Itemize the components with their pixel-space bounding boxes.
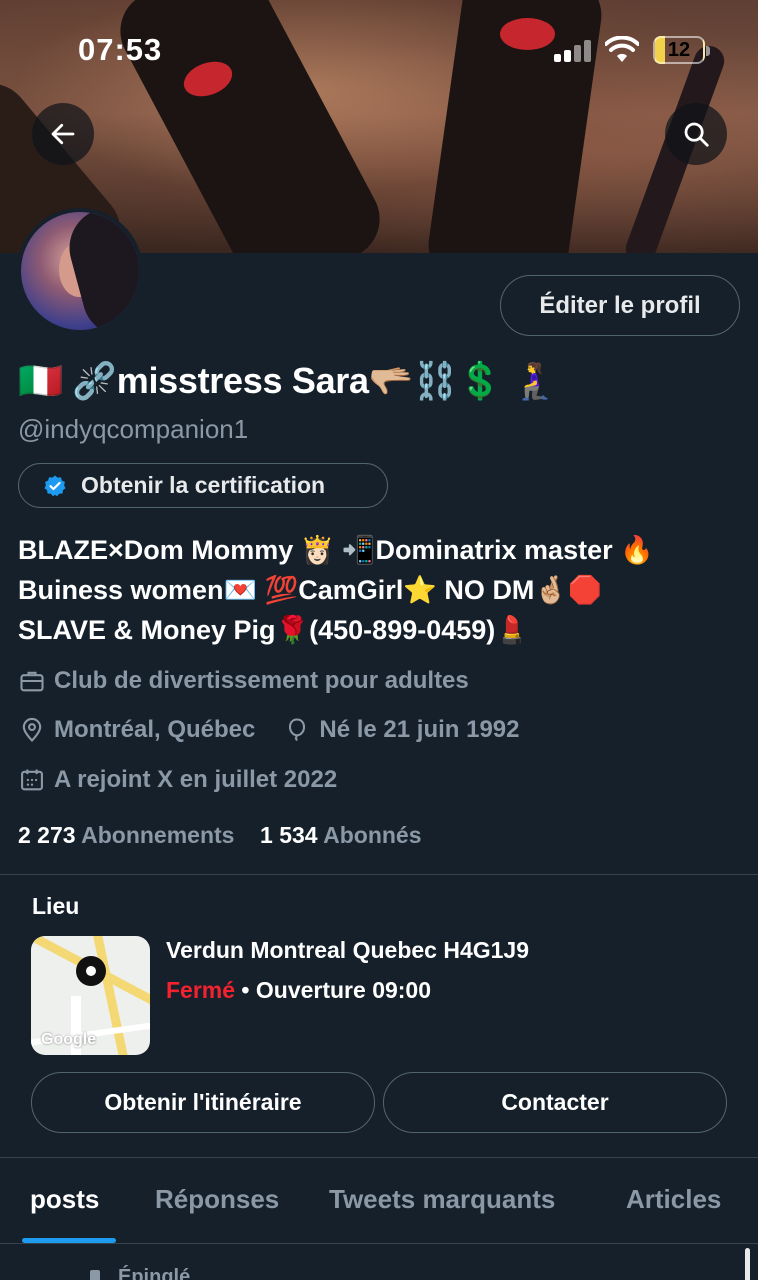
avatar[interactable]	[17, 208, 143, 334]
location-text: Montréal, Québec	[54, 716, 256, 743]
profile-joined: A rejoint X en juillet 2022	[18, 766, 337, 794]
profile-location-birthday: Montréal, Québec Né le 21 juin 1992	[18, 716, 519, 744]
bio-line: BLAZE×Dom Mommy 👸🏻 📲Dominatrix master 🔥	[18, 535, 654, 565]
profile-category: Club de divertissement pour adultes	[18, 667, 469, 695]
following-link[interactable]: 2 273 Abonnements	[18, 822, 234, 848]
map-thumbnail[interactable]: Google	[31, 936, 150, 1055]
bio-line: SLAVE & Money Pig🌹(450-899-0459)💄	[18, 615, 529, 645]
calendar-icon	[21, 769, 43, 791]
tab-highlights[interactable]: Tweets marquants	[329, 1184, 555, 1215]
followers-label: Abonnés	[323, 822, 422, 848]
back-button[interactable]	[32, 103, 94, 165]
search-icon	[684, 122, 709, 147]
status-time: 07:53	[78, 32, 163, 67]
pin-icon	[90, 1270, 100, 1280]
profile-tabs: posts Réponses Tweets marquants Articles	[0, 1158, 758, 1244]
arrow-left-icon	[51, 123, 75, 145]
tab-replies[interactable]: Réponses	[155, 1184, 279, 1215]
map-pin-icon	[76, 956, 106, 986]
scrollbar[interactable]	[745, 1248, 750, 1280]
followers-count: 1 534	[260, 822, 318, 848]
divider	[0, 874, 758, 875]
contact-button[interactable]: Contacter	[383, 1072, 727, 1133]
pinned-label: Épinglé	[118, 1266, 191, 1280]
battery-icon: 12	[653, 36, 710, 64]
get-verified-button[interactable]: Obtenir la certification	[18, 463, 388, 508]
balloon-icon	[289, 718, 306, 741]
user-handle: @indyqcompanion1	[18, 414, 249, 444]
divider	[0, 1243, 758, 1244]
tab-posts[interactable]: posts	[30, 1184, 99, 1215]
edit-profile-button[interactable]: Éditer le profil	[500, 275, 740, 336]
closed-status: Fermé	[166, 977, 236, 1003]
search-button[interactable]	[665, 103, 727, 165]
verified-badge-icon	[44, 475, 66, 496]
bio-line: Buiness women💌 💯CamGirl⭐ NO DM🤞🏼🛑	[18, 575, 602, 605]
directions-button[interactable]: Obtenir l'itinéraire	[31, 1072, 375, 1133]
wifi-icon	[605, 36, 639, 62]
bio: BLAZE×Dom Mommy 👸🏻 📲Dominatrix master 🔥 …	[18, 530, 748, 650]
cellular-signal-icon	[554, 40, 592, 62]
battery-level: 12	[667, 39, 691, 61]
display-name: 🇮🇹 ⛓️‍💥misstress Sara🫳🏼⛓️💲 🧎‍♀️	[18, 360, 557, 401]
followers-link[interactable]: 1 534 Abonnés	[260, 822, 422, 848]
birthday-text: Né le 21 juin 1992	[319, 716, 520, 743]
following-count: 2 273	[18, 822, 76, 848]
location-pin-icon	[22, 717, 42, 742]
following-label: Abonnements	[81, 822, 235, 848]
joined-text: A rejoint X en juillet 2022	[54, 766, 338, 793]
status-bar: 07:53 12	[0, 0, 758, 100]
get-verified-label: Obtenir la certification	[81, 472, 326, 498]
opening-time: • Ouverture 09:00	[235, 977, 432, 1003]
tab-articles[interactable]: Articles	[626, 1184, 721, 1215]
location-address: Verdun Montreal Quebec H4G1J9	[166, 937, 530, 963]
follow-stats: 2 273 Abonnements 1 534 Abonnés	[18, 822, 422, 849]
category-text: Club de divertissement pour adultes	[54, 667, 469, 694]
location-hours: Fermé • Ouverture 09:00	[166, 977, 431, 1004]
map-watermark: Google	[41, 1031, 97, 1048]
briefcase-icon	[20, 671, 44, 692]
location-card-title: Lieu	[32, 893, 80, 919]
